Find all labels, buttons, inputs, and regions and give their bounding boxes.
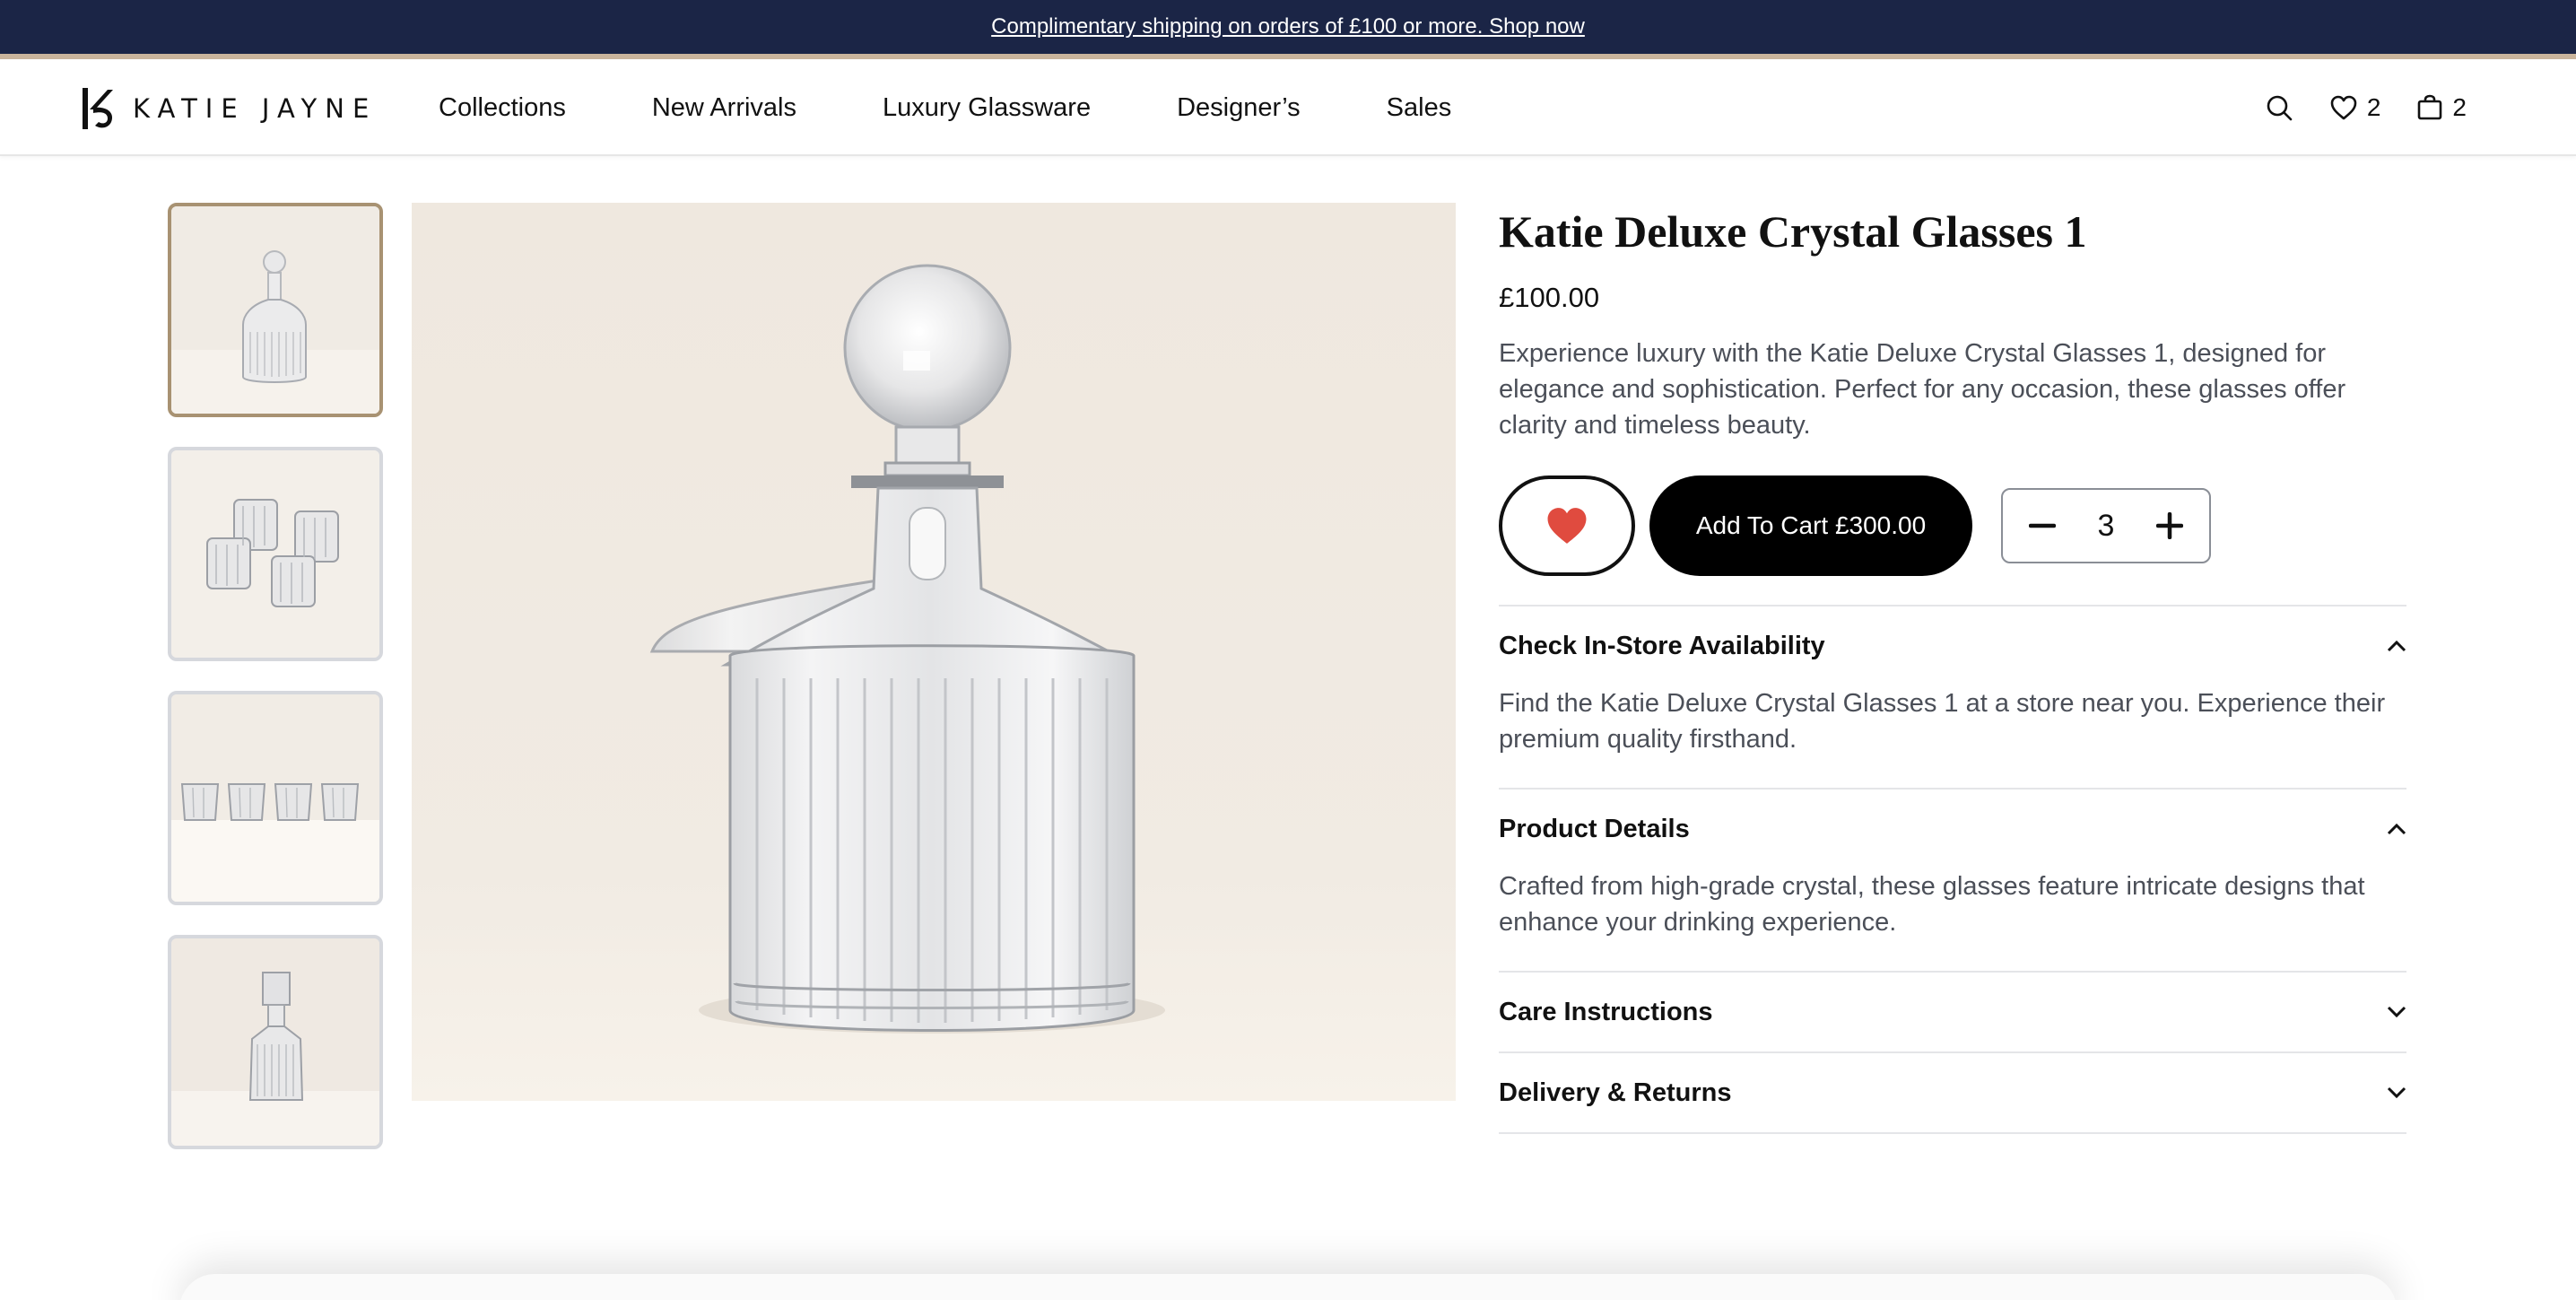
accordion-title: Check In-Store Availability [1499,631,1825,660]
bottom-section-card [179,1274,2397,1300]
cart-button[interactable]: 2 [2416,93,2467,122]
minus-icon [2029,523,2056,528]
decanter-thumb-image [171,206,379,414]
accordion-product-details: Product Details Crafted from high-grade … [1499,788,2406,971]
accordion-delivery-returns: Delivery & Returns [1499,1051,2406,1132]
thumbnail-square-decanter[interactable] [168,935,383,1149]
heart-filled-icon [1547,508,1587,544]
accordion-title: Product Details [1499,814,1690,843]
accordion-body: Find the Katie Deluxe Crystal Glasses 1 … [1499,689,2386,754]
chevron-up-icon [2387,823,2406,835]
decanter-image [412,203,1456,1101]
thumbnail-decanter-front[interactable] [168,203,383,417]
logo-text: KATIE JAYNE [133,93,378,124]
product-info: Katie Deluxe Crystal Glasses 1 £100.00 E… [1499,203,2406,1134]
thumbnail-four-tumblers-row[interactable] [168,691,383,905]
chevron-up-icon [2387,640,2406,652]
quantity-stepper: 3 [2001,488,2211,563]
accordion-header-delivery[interactable]: Delivery & Returns [1499,1053,2406,1132]
chevron-down-icon [2387,1006,2406,1018]
plus-icon [2155,512,2183,539]
thumbnail-four-tumblers-top[interactable] [168,447,383,661]
decrease-quantity-button[interactable] [2024,508,2060,544]
accordion-header-in-store[interactable]: Check In-Store Availability [1499,606,2406,685]
product-title: Katie Deluxe Crystal Glasses 1 [1499,206,2087,257]
tumblers-top-thumb-image [171,450,379,658]
logo-mark-icon [83,88,113,129]
product-description: Experience luxury with the Katie Deluxe … [1499,339,2346,440]
accordion-title: Delivery & Returns [1499,1078,1732,1107]
tumblers-row-thumb-image [171,694,379,902]
logo[interactable]: KATIE JAYNE [81,86,377,131]
nav-luxury-glassware[interactable]: Luxury Glassware [883,93,1091,123]
search-icon [2267,95,2293,121]
announcement-link[interactable]: Complimentary shipping on orders of £100… [991,14,1585,39]
accordion-header-care[interactable]: Care Instructions [1499,973,2406,1051]
add-to-cart-button[interactable]: Add To Cart £300.00 [1649,476,1972,576]
search-button[interactable] [2265,93,2293,122]
chevron-down-icon [2387,1086,2406,1099]
site-header: KATIE JAYNE Collections New Arrivals Lux… [0,59,2576,156]
bag-icon [2418,94,2442,120]
accordion-care-instructions: Care Instructions [1499,971,2406,1051]
cart-count: 2 [2452,93,2467,121]
nav-collections[interactable]: Collections [439,93,566,123]
heart-icon [2330,95,2357,120]
main-nav: Collections New Arrivals Luxury Glasswar… [439,59,1537,156]
wishlist-count: 2 [2366,93,2381,121]
accordion-bottom-divider [1499,1132,2406,1134]
purchase-actions: Add To Cart £300.00 3 [1499,476,2406,576]
wishlist-toggle-button[interactable] [1499,476,1635,576]
nav-new-arrivals[interactable]: New Arrivals [652,93,796,123]
nav-sales[interactable]: Sales [1387,93,1452,123]
nav-designers[interactable]: Designer’s [1177,93,1301,123]
wishlist-button[interactable]: 2 [2329,93,2381,122]
increase-quantity-button[interactable] [2152,508,2188,544]
product-price: £100.00 [1499,282,1600,313]
thumbnail-list [168,203,383,1179]
accordion-title: Care Instructions [1499,997,1713,1026]
quantity-value[interactable]: 3 [2098,509,2115,544]
accordion-in-store-availability: Check In-Store Availability Find the Kat… [1499,605,2406,788]
header-actions: 2 2 [2265,59,2467,156]
accordion-header-product-details[interactable]: Product Details [1499,790,2406,868]
main-product-image[interactable] [412,203,1456,1101]
announcement-bar: Complimentary shipping on orders of £100… [0,0,2576,54]
accordion-body: Crafted from high-grade crystal, these g… [1499,872,2365,937]
square-decanter-thumb-image [171,938,379,1146]
